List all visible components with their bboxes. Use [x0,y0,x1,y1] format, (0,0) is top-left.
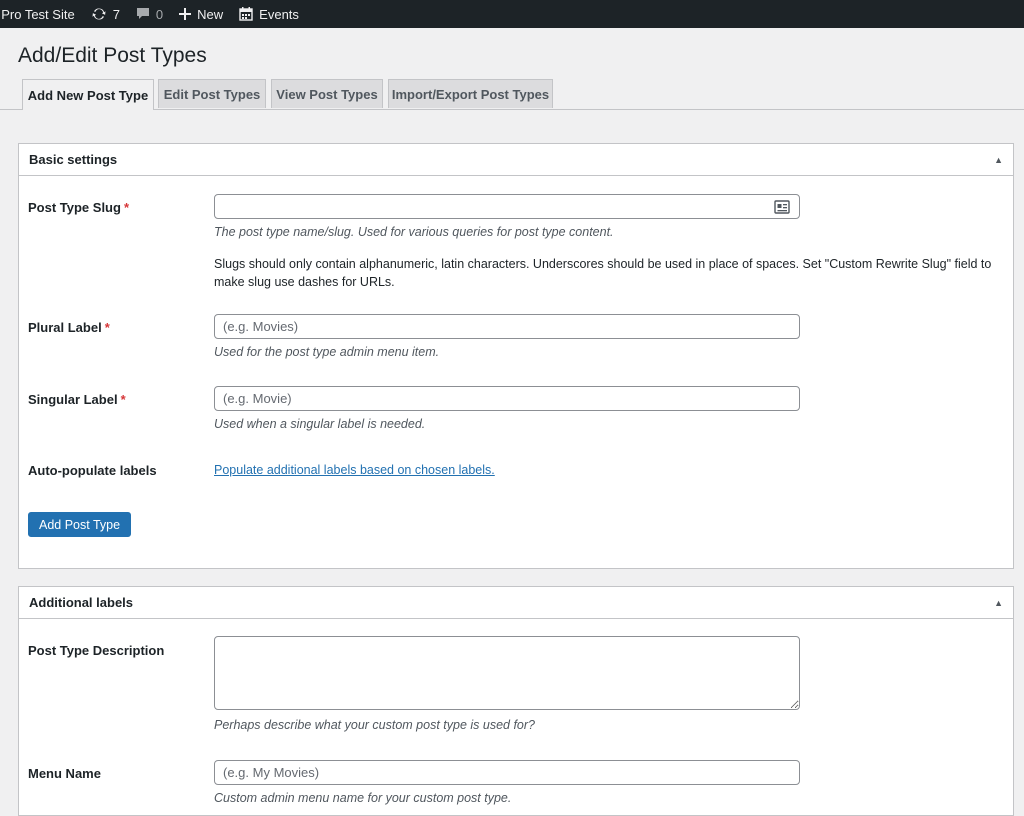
plural-label-label: Plural Label * [28,320,110,335]
add-post-type-button[interactable]: Add Post Type [28,512,132,537]
post-type-description-help: Perhaps describe what your custom post t… [214,718,535,732]
required-marker: * [123,200,129,215]
page-title: Add/Edit Post Types [18,44,207,67]
panel-title: Additional labels [29,595,134,610]
new-label: New [197,6,224,22]
collapse-arrow-icon[interactable]: ▲ [994,598,1003,608]
plus-icon [179,8,192,20]
plural-label-input[interactable] [214,314,800,339]
menu-name-help: Custom admin menu name for your custom p… [214,791,512,805]
field-id-card-icon [774,200,790,214]
menu-name-input[interactable] [214,760,800,785]
new-content-link[interactable]: New [179,0,223,28]
label-text: Plural Label [28,320,102,335]
tab-edit-post-types[interactable]: Edit Post Types [158,79,266,108]
tab-label: Edit Post Types [163,86,261,102]
tab-view-post-types[interactable]: View Post Types [271,79,383,108]
updates-count: 7 [112,6,120,22]
panel-title: Basic settings [29,152,118,167]
required-marker: * [120,392,126,407]
tab-label: Import/Export Post Types [391,86,550,102]
events-link[interactable]: Events [239,0,299,28]
tab-label: Add New Post Type [27,87,149,103]
comment-icon [136,8,149,19]
post-type-description-label: Post Type Description [28,643,165,658]
collapse-arrow-icon[interactable]: ▲ [994,155,1003,165]
basic-settings-header[interactable]: Basic settings ▲ [19,144,1013,176]
admin-bar: t Pro Test Site 7 0 New Events [0,0,1024,28]
post-type-slug-help: The post type name/slug. Used for variou… [214,225,614,239]
singular-label-label: Singular Label * [28,392,126,407]
site-name: t Pro Test Site [0,6,75,22]
populate-labels-link[interactable]: Populate additional labels based on chos… [214,463,495,477]
required-marker: * [104,320,110,335]
tab-label: View Post Types [276,86,378,102]
plural-label-help: Used for the post type admin menu item. [214,345,440,359]
singular-label-help: Used when a singular label is needed. [214,417,426,431]
site-name-link[interactable]: t Pro Test Site [0,0,75,28]
post-type-description-textarea[interactable] [214,636,800,710]
tab-import-export-post-types[interactable]: Import/Export Post Types [388,79,553,108]
post-type-slug-input[interactable] [214,194,800,219]
calendar-icon [239,7,253,21]
post-type-slug-label: Post Type Slug * [28,200,129,215]
label-text: Post Type Slug [28,200,121,215]
comments-link[interactable]: 0 [136,0,163,28]
post-type-slug-note: Slugs should only contain alphanumeric, … [214,257,992,289]
auto-populate-label: Auto-populate labels [28,463,157,478]
label-text: Singular Label [28,392,118,407]
tab-add-new-post-type[interactable]: Add New Post Type [22,79,154,110]
updates-link[interactable]: 7 [91,0,120,28]
updates-icon [92,8,106,20]
comments-count: 0 [155,6,164,22]
singular-label-input[interactable] [214,386,800,411]
events-label: Events [259,6,299,22]
tab-bar: Add New Post Type Edit Post Types View P… [0,79,1024,110]
menu-name-label: Menu Name [28,766,101,781]
additional-labels-header[interactable]: Additional labels ▲ [19,587,1013,619]
